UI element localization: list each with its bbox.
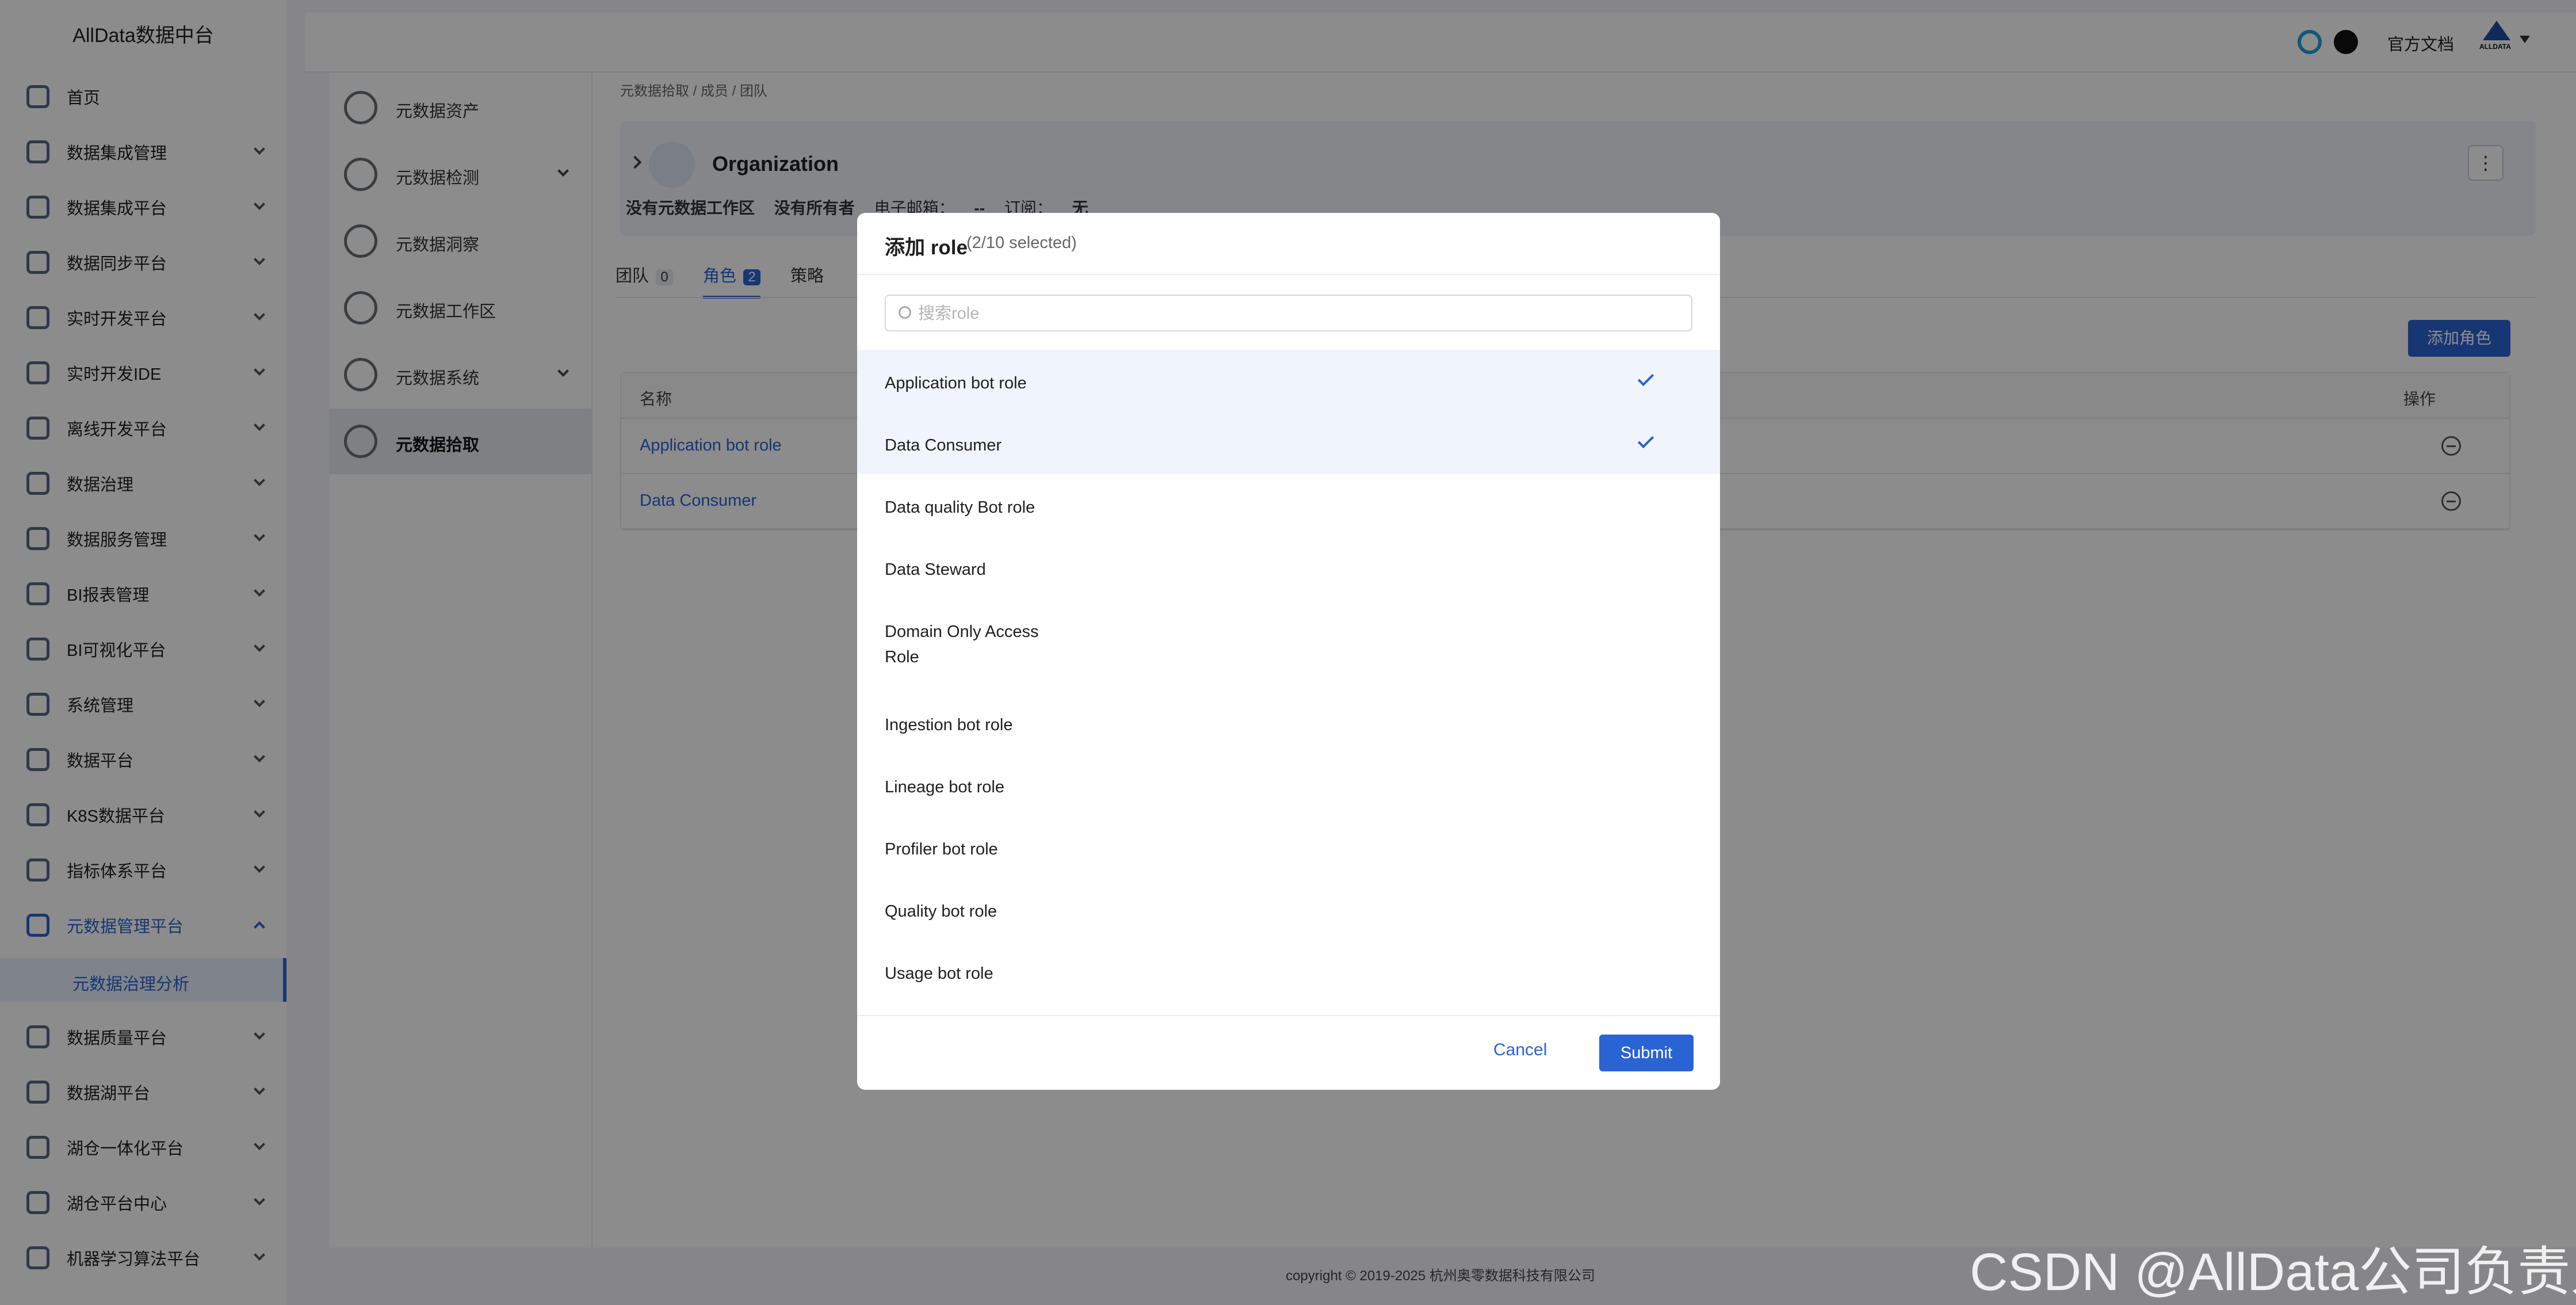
checkmark-icon: [1637, 432, 1654, 449]
add-role-modal: 添加 role (2/10 selected) Application bot …: [857, 213, 1720, 1090]
role-option-label: Quality bot role: [885, 902, 997, 921]
role-option[interactable]: Lineage bot role: [857, 754, 1720, 816]
search-box: [885, 295, 1692, 331]
role-option-label: Profiler bot role: [885, 840, 998, 858]
role-option-label: Lineage bot role: [885, 778, 1004, 796]
role-option-label: Data Consumer: [885, 436, 1002, 455]
search-input[interactable]: [918, 302, 1677, 326]
checkmark-icon: [1637, 369, 1654, 387]
role-option[interactable]: Application bot role: [857, 350, 1720, 412]
watermark: CSDN @AllData公司负责人: [1970, 1243, 2576, 1302]
role-option[interactable]: Quality bot role: [857, 878, 1720, 940]
selected-count: (2/10 selected): [966, 234, 1077, 252]
role-option-label: Application bot role: [885, 374, 1027, 392]
role-option[interactable]: Profiler bot role: [857, 816, 1720, 878]
role-option[interactable]: Data Steward: [857, 536, 1720, 598]
role-option[interactable]: Ingestion bot role: [857, 692, 1720, 754]
role-option[interactable]: Data quality Bot role: [857, 474, 1720, 536]
role-option-label: Domain Only Access Role: [885, 623, 1039, 666]
search-icon: [899, 306, 911, 319]
role-option-label: Data Steward: [885, 560, 986, 579]
role-option[interactable]: Usage bot role: [857, 940, 1720, 1002]
role-option-label: Usage bot role: [885, 964, 993, 983]
modal-title: 添加 role: [885, 236, 968, 259]
role-option[interactable]: Data Consumer: [857, 412, 1720, 474]
cancel-button[interactable]: Cancel: [1493, 1040, 1547, 1060]
submit-button[interactable]: Submit: [1599, 1035, 1694, 1071]
role-option-label: Ingestion bot role: [885, 716, 1013, 734]
modal-header: 添加 role (2/10 selected): [857, 213, 1720, 275]
role-option-label: Data quality Bot role: [885, 498, 1035, 517]
role-option[interactable]: Domain Only Access Role: [857, 598, 1720, 692]
modal-footer: Cancel Submit: [857, 1015, 1720, 1090]
